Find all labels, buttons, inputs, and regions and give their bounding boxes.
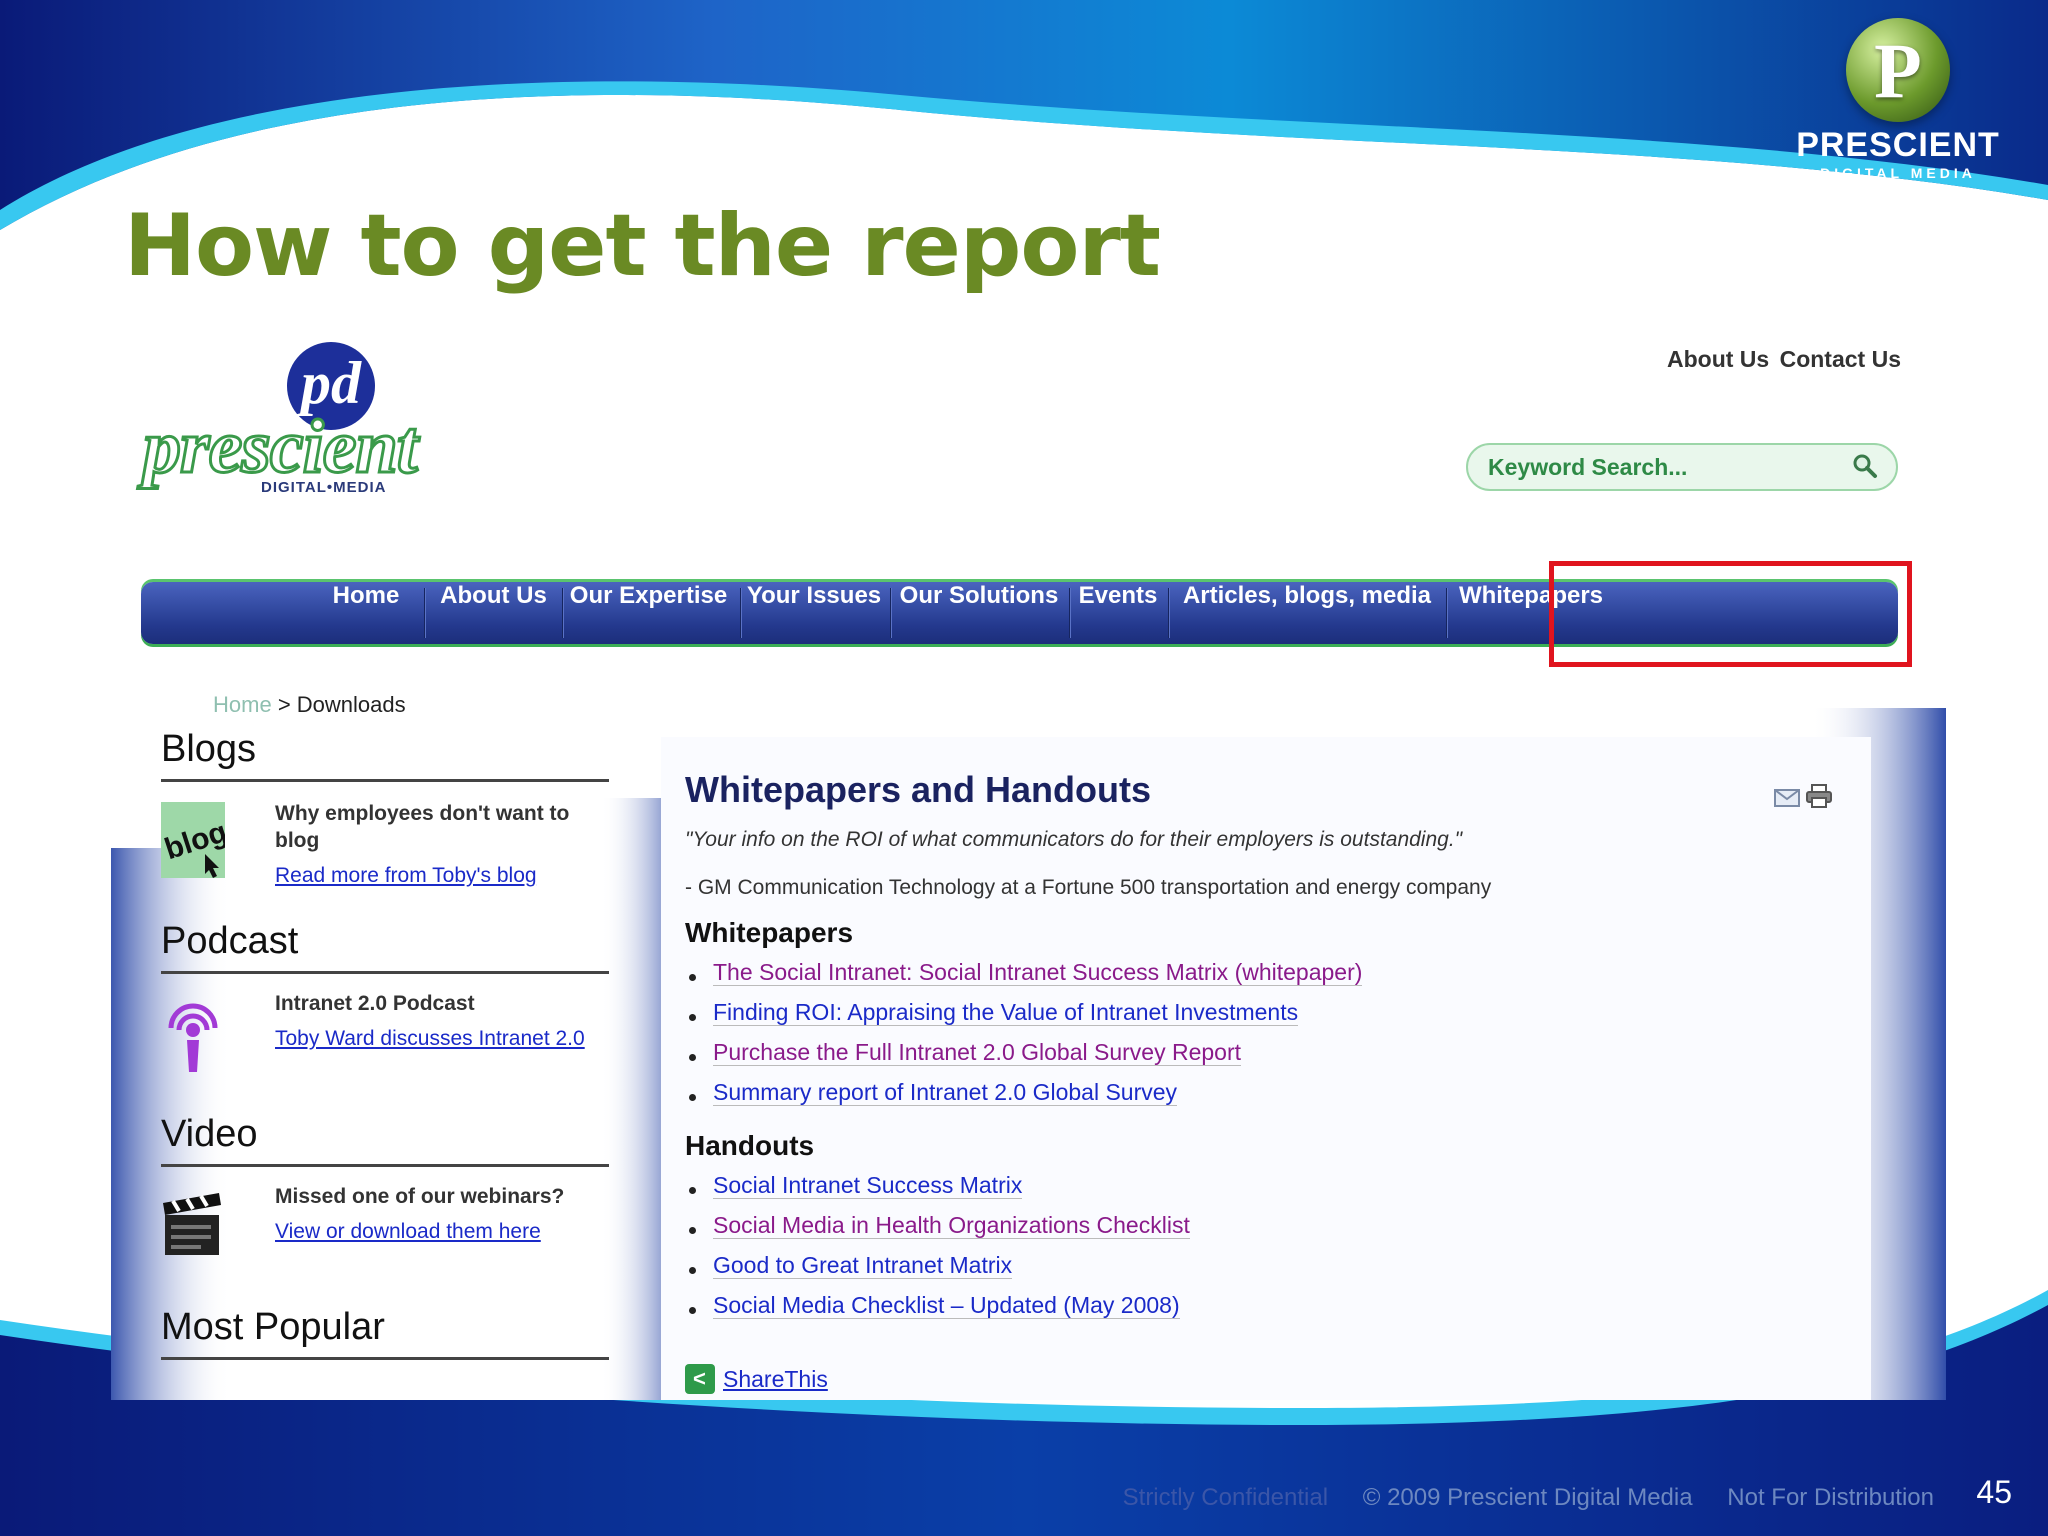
handout-link[interactable]: Social Media in Health Organizations Che… xyxy=(685,1212,1190,1252)
slide-title: How to get the report xyxy=(124,196,1161,296)
nav-divider xyxy=(1168,588,1170,638)
site-logo[interactable]: pd prescient DIGITAL•MEDIA xyxy=(141,334,461,496)
search-placeholder: Keyword Search... xyxy=(1488,454,1688,480)
nav-our-solutions[interactable]: Our Solutions xyxy=(894,582,1064,644)
blog-icon: blog xyxy=(161,802,225,878)
sidebar-blogs: Blogs blog Why employees don't want to b… xyxy=(161,728,609,887)
nav-divider xyxy=(1446,588,1448,638)
footer-confidential: Strictly Confidential xyxy=(1122,1484,1329,1511)
podcast-text: Intranet 2.0 Podcast xyxy=(275,992,475,1015)
breadcrumb: Home > Downloads xyxy=(213,692,406,718)
brand-logo: P PRESCIENT DIGITAL MEDIA xyxy=(1788,18,2008,188)
podcast-heading: Podcast xyxy=(161,920,609,974)
video-heading: Video xyxy=(161,1113,609,1167)
podcast-entry: Intranet 2.0 Podcast Toby Ward discusses… xyxy=(275,990,605,1052)
most-popular-heading: Most Popular xyxy=(161,1306,609,1360)
nav-your-issues[interactable]: Your Issues xyxy=(744,582,884,644)
share-icon xyxy=(685,1364,715,1394)
breadcrumb-separator: > xyxy=(277,692,291,717)
search-icon[interactable] xyxy=(1852,453,1878,479)
whitepapers-list: The Social Intranet: Social Intranet Suc… xyxy=(685,959,1363,1119)
nav-home[interactable]: Home xyxy=(321,582,411,644)
content-title: Whitepapers and Handouts xyxy=(685,769,1152,810)
nav-articles-blogs-media[interactable]: Articles, blogs, media xyxy=(1172,582,1442,644)
share-this-link[interactable]: ShareThis xyxy=(723,1366,828,1392)
whitepaper-link[interactable]: Finding ROI: Appraising the Value of Int… xyxy=(685,999,1362,1039)
blogs-link[interactable]: Read more from Toby's blog xyxy=(275,862,605,889)
blogs-entry: Why employees don't want to blog Read mo… xyxy=(275,800,605,889)
clapperboard-icon xyxy=(163,1193,221,1255)
nav-divider xyxy=(890,588,892,638)
top-link-about-us[interactable]: About Us xyxy=(1667,346,1769,372)
nav-our-expertise[interactable]: Our Expertise xyxy=(566,582,731,644)
content-actions xyxy=(1773,783,1833,814)
podcast-link[interactable]: Toby Ward discusses Intranet 2.0 xyxy=(275,1025,605,1052)
website-screenshot: pd prescient DIGITAL•MEDIA About Us Cont… xyxy=(111,328,1946,1400)
testimonial-quote: "Your info on the ROI of what communicat… xyxy=(685,828,1463,851)
print-icon[interactable] xyxy=(1805,783,1833,809)
whitepaper-link[interactable]: Purchase the Full Intranet 2.0 Global Su… xyxy=(685,1039,1362,1079)
whitepapers-highlight-box xyxy=(1549,561,1912,667)
podcast-icon xyxy=(168,1003,218,1072)
sidebar-podcast: Podcast Intranet 2.0 Podcast Toby Ward d… xyxy=(161,920,609,1072)
footer-distribution: Not For Distribution xyxy=(1727,1484,1934,1511)
brand-sub: DIGITAL MEDIA xyxy=(1820,165,1976,181)
video-text: Missed one of our webinars? xyxy=(275,1185,565,1208)
whitepaper-link[interactable]: Summary report of Intranet 2.0 Global Su… xyxy=(685,1079,1362,1119)
main-content: Whitepapers and Handouts "Your info on t… xyxy=(661,737,1871,1400)
whitepaper-link[interactable]: The Social Intranet: Social Intranet Suc… xyxy=(685,959,1363,999)
footer-copyright: © 2009 Prescient Digital Media xyxy=(1362,1484,1693,1511)
slide-footer: Strictly Confidential © 2009 Prescient D… xyxy=(1123,1484,1934,1512)
nav-about-us[interactable]: About Us xyxy=(431,582,556,644)
site-tagline: DIGITAL•MEDIA xyxy=(261,479,387,496)
handouts-list: Social Intranet Success Matrix Social Me… xyxy=(685,1172,1190,1332)
nav-divider xyxy=(1069,588,1071,638)
nav-divider xyxy=(424,588,426,638)
brand-name: PRESCIENT xyxy=(1796,126,2000,164)
breadcrumb-home[interactable]: Home xyxy=(213,692,272,717)
video-entry: Missed one of our webinars? View or down… xyxy=(275,1183,605,1245)
handouts-heading: Handouts xyxy=(685,1130,815,1161)
share-this[interactable]: ShareThis xyxy=(685,1364,828,1394)
handout-link[interactable]: Social Intranet Success Matrix xyxy=(685,1172,1190,1212)
nav-divider xyxy=(740,588,742,638)
video-link[interactable]: View or download them here xyxy=(275,1218,605,1245)
site-wordmark: prescient xyxy=(142,404,420,491)
handout-link[interactable]: Good to Great Intranet Matrix xyxy=(685,1252,1190,1292)
handout-link[interactable]: Social Media Checklist – Updated (May 20… xyxy=(685,1292,1190,1332)
blogs-heading: Blogs xyxy=(161,728,609,782)
sidebar-most-popular: Most Popular xyxy=(161,1306,609,1360)
breadcrumb-current: Downloads xyxy=(296,692,406,717)
top-link-contact-us[interactable]: Contact Us xyxy=(1780,346,1901,372)
top-links: About Us Contact Us xyxy=(1663,346,1901,373)
nav-divider xyxy=(562,588,564,638)
whitepapers-heading: Whitepapers xyxy=(685,917,854,948)
page-number: 45 xyxy=(1976,1474,2012,1510)
keyword-search-input[interactable]: Keyword Search... xyxy=(1466,443,1898,491)
blogs-text: Why employees don't want to blog xyxy=(275,802,570,852)
sidebar-video: Video Missed one of our webinars? View o… xyxy=(161,1113,609,1255)
nav-events[interactable]: Events xyxy=(1073,582,1163,644)
testimonial-attribution: - GM Communication Technology at a Fortu… xyxy=(685,876,1492,899)
email-icon[interactable] xyxy=(1773,787,1801,809)
prescient-p-icon: P xyxy=(1846,18,1950,122)
